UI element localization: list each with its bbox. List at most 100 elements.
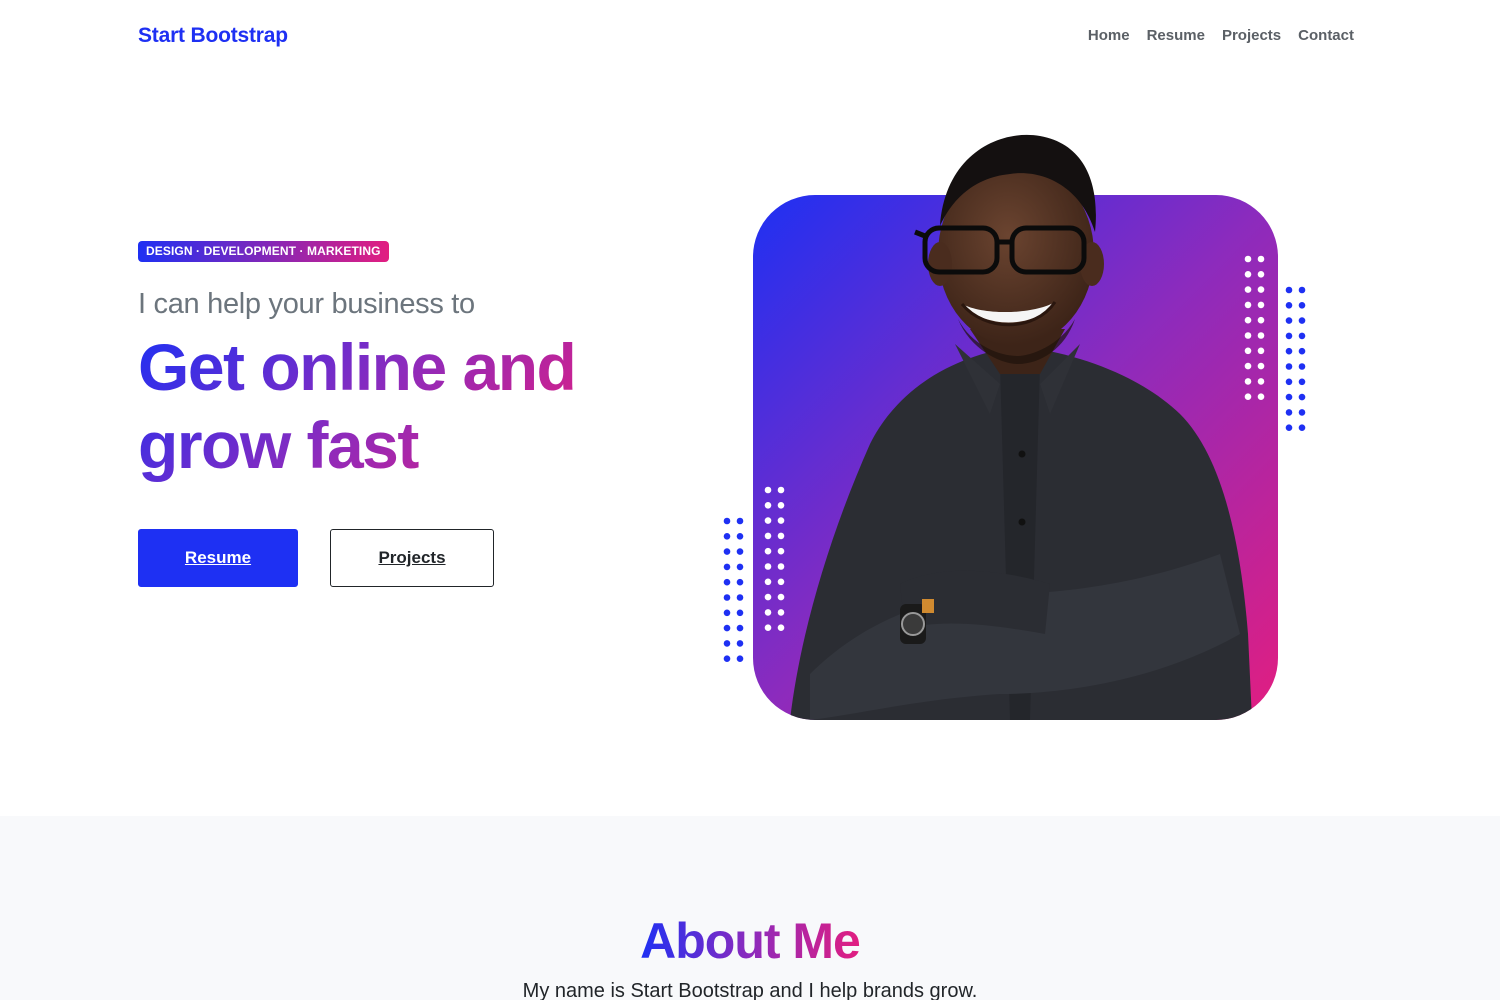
decor-dot xyxy=(1257,347,1265,355)
profile-visual xyxy=(700,114,1340,774)
decor-dot xyxy=(764,547,772,555)
decor-dot xyxy=(1244,347,1252,355)
nav-link-home[interactable]: Home xyxy=(1088,27,1130,44)
decor-dot xyxy=(1298,286,1306,294)
decor-dot xyxy=(1298,317,1306,324)
decor-dot xyxy=(736,517,744,525)
services-badge: DESIGN · DEVELOPMENT · MARKETING xyxy=(138,241,389,262)
decor-dot xyxy=(777,517,785,524)
decor-dot xyxy=(723,640,731,647)
about-section: About Me My name is Start Bootstrap and … xyxy=(0,816,1500,1000)
decor-dot xyxy=(777,624,785,631)
decor-dot xyxy=(723,578,731,586)
decor-dot xyxy=(1257,393,1265,401)
decor-dot xyxy=(1298,424,1306,432)
decor-dot xyxy=(1298,378,1306,386)
about-title: About Me xyxy=(0,912,1500,970)
decor-dot xyxy=(1244,316,1252,324)
decor-dot xyxy=(723,517,731,525)
decor-dot xyxy=(764,486,772,494)
decor-dot xyxy=(736,594,744,601)
projects-button[interactable]: Projects xyxy=(330,529,494,587)
decor-dot xyxy=(777,547,785,555)
decor-dot xyxy=(1257,316,1265,324)
decor-dot xyxy=(777,532,785,540)
decor-dot xyxy=(777,486,785,494)
hero-section: DESIGN · DEVELOPMENT · MARKETING I can h… xyxy=(0,74,1500,816)
decor-dot xyxy=(1257,255,1265,263)
decor-dot xyxy=(1257,286,1265,293)
nav-link-resume[interactable]: Resume xyxy=(1147,27,1205,44)
decor-dot xyxy=(1285,393,1293,401)
decor-dot xyxy=(764,563,772,570)
nav-item-home: Home xyxy=(1088,27,1130,45)
decor-dot xyxy=(1257,271,1265,278)
decor-dot xyxy=(1285,302,1293,309)
nav-link-contact[interactable]: Contact xyxy=(1298,27,1354,44)
decor-dot xyxy=(777,563,785,570)
decor-dot xyxy=(1244,286,1252,293)
decor-dot xyxy=(1257,378,1265,385)
decor-dot xyxy=(1298,409,1306,416)
decor-dot xyxy=(736,640,744,647)
decor-dot xyxy=(723,533,731,540)
decor-dot xyxy=(1285,424,1293,432)
decor-dot xyxy=(1244,332,1252,339)
decor-dot xyxy=(764,532,772,540)
resume-button[interactable]: Resume xyxy=(138,529,298,587)
decor-dot xyxy=(736,578,744,586)
brand-link[interactable]: Start Bootstrap xyxy=(138,24,288,48)
hero-title: Get online and grow fast xyxy=(138,328,658,484)
decor-dot xyxy=(736,609,744,617)
decor-dot xyxy=(1298,393,1306,401)
about-text: My name is Start Bootstrap and I help br… xyxy=(522,980,978,1000)
decor-dot xyxy=(723,655,731,662)
decor-dot xyxy=(736,655,744,662)
nav-link-projects[interactable]: Projects xyxy=(1222,27,1281,44)
decor-dot xyxy=(777,578,785,586)
decor-dot xyxy=(1257,362,1265,370)
hero-lead: I can help your business to xyxy=(138,288,475,320)
nav-item-projects: Projects xyxy=(1222,27,1281,45)
decor-dot xyxy=(1285,317,1293,324)
decor-dot xyxy=(1285,409,1293,416)
decor-dot xyxy=(764,609,772,616)
decor-dot xyxy=(723,624,731,632)
decor-dot xyxy=(1244,301,1252,309)
decor-dot xyxy=(1285,378,1293,386)
decor-dot xyxy=(736,624,744,632)
decor-dot xyxy=(1257,332,1265,339)
decor-dot xyxy=(723,609,731,617)
decor-dot xyxy=(736,563,744,571)
decor-dot xyxy=(1298,363,1306,370)
decor-dot xyxy=(1244,378,1252,385)
decor-dot xyxy=(1285,286,1293,294)
decor-dot xyxy=(723,594,731,601)
decor-dot xyxy=(777,502,785,509)
navbar: Start Bootstrap Home Resume Projects Con… xyxy=(0,0,1500,74)
profile-illustration xyxy=(723,134,1306,720)
decor-dot xyxy=(1285,347,1293,355)
decor-dot xyxy=(777,593,785,601)
decor-dot xyxy=(1244,255,1252,263)
decor-dot xyxy=(1257,301,1265,309)
decor-dot xyxy=(1298,332,1306,340)
decor-dot xyxy=(777,609,785,616)
about-title-text: About Me xyxy=(640,913,861,969)
decor-dot xyxy=(723,548,731,555)
decor-dot xyxy=(764,593,772,601)
decor-dot xyxy=(1285,363,1293,370)
decor-dot xyxy=(1244,362,1252,370)
decor-dot xyxy=(764,578,772,586)
nav-item-contact: Contact xyxy=(1298,27,1354,45)
decor-dot xyxy=(1298,347,1306,355)
decor-dot xyxy=(764,624,772,631)
decor-dot xyxy=(736,533,744,540)
decor-dot xyxy=(736,548,744,555)
decor-dot xyxy=(1244,393,1252,401)
decor-dot xyxy=(764,502,772,509)
decor-dot xyxy=(723,563,731,571)
nav-item-resume: Resume xyxy=(1147,27,1205,45)
decor-dot xyxy=(1285,332,1293,340)
decor-dot xyxy=(1244,271,1252,278)
